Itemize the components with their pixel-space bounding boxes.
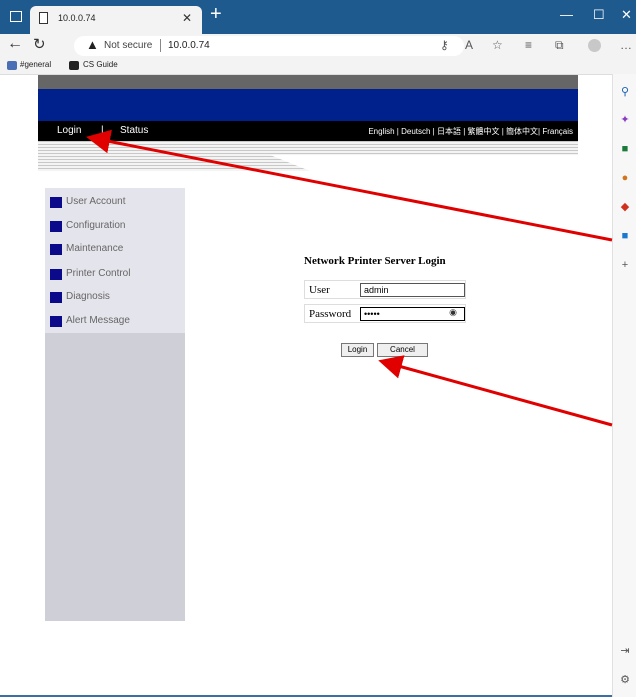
url-text[interactable]: 10.0.0.74: [168, 40, 210, 51]
shopping-icon[interactable]: ■: [619, 143, 631, 155]
sidebar-item-label[interactable]: Diagnosis: [66, 291, 110, 302]
tools-icon[interactable]: ●: [619, 172, 631, 184]
maximize-icon[interactable]: ☐: [593, 7, 605, 23]
settings-icon[interactable]: ⚙: [619, 674, 631, 686]
new-tab-icon[interactable]: +: [210, 3, 222, 26]
tab-title: 10.0.0.74: [58, 13, 96, 23]
user-input[interactable]: [360, 283, 465, 297]
collections-icon[interactable]: ⧉: [555, 38, 564, 53]
sidebar-menu: [45, 188, 185, 333]
cancel-button[interactable]: Cancel: [377, 343, 428, 357]
close-tab-icon[interactable]: ✕: [182, 11, 192, 25]
close-window-icon[interactable]: ✕: [621, 7, 632, 23]
browser-tab[interactable]: 10.0.0.74 ✕: [30, 6, 202, 34]
title-bar: 10.0.0.74 ✕ + — ☐ ✕: [0, 0, 636, 34]
read-aloud-icon[interactable]: A: [465, 38, 473, 52]
sidebar-item-label[interactable]: Configuration: [66, 220, 125, 231]
sparkle-icon[interactable]: ✦: [619, 114, 631, 126]
nav-status-link[interactable]: Status: [120, 125, 148, 136]
stripe-notch: [270, 155, 580, 171]
key-icon[interactable]: ⚷: [440, 38, 449, 52]
nav-separator: |: [101, 125, 104, 136]
bullet-square-icon: [50, 244, 62, 255]
bookmark-general[interactable]: #general: [20, 60, 51, 69]
bullet-square-icon: [50, 269, 62, 280]
header-top-bar: [38, 75, 578, 89]
bullet-square-icon: [50, 292, 62, 303]
more-icon[interactable]: …: [620, 38, 632, 52]
not-secure-label[interactable]: Not secure: [104, 40, 152, 51]
sidebar-item-label[interactable]: Maintenance: [66, 243, 123, 254]
login-title: Network Printer Server Login: [304, 255, 446, 267]
favorites-list-icon[interactable]: ≡: [525, 38, 532, 52]
page-icon: [39, 12, 48, 24]
sidebar-toggle-icon[interactable]: ⇥: [619, 645, 631, 657]
nav-bar: Login | Status English | Deutsch | 日本語 |…: [38, 121, 578, 141]
bullet-square-icon: [50, 197, 62, 208]
sidebar-item-label[interactable]: User Account: [66, 196, 125, 207]
sidebar-item-label[interactable]: Alert Message: [66, 315, 130, 326]
reveal-password-icon[interactable]: ◉: [449, 307, 457, 318]
chat-icon: [7, 61, 17, 70]
bullet-square-icon: [50, 316, 62, 327]
edge-sidebar: ⚲ ✦ ■ ● ◆ ■ + ⇥ ⚙: [612, 74, 636, 697]
nav-login-link[interactable]: Login: [57, 125, 81, 136]
tab-actions-icon[interactable]: [10, 11, 22, 22]
add-icon[interactable]: +: [619, 259, 631, 271]
password-label: Password: [309, 308, 352, 320]
header-banner: [38, 89, 578, 121]
bookmark-cs-guide[interactable]: CS Guide: [83, 60, 118, 69]
back-icon[interactable]: ←: [7, 35, 23, 53]
search-icon[interactable]: ⚲: [619, 86, 631, 98]
office-icon[interactable]: ◆: [619, 201, 631, 213]
outlook-icon[interactable]: ■: [619, 230, 631, 242]
login-button[interactable]: Login: [341, 343, 374, 357]
user-label: User: [309, 284, 330, 296]
cs-guide-logo-icon: [69, 61, 79, 70]
user-row: User: [304, 280, 466, 299]
bullet-square-icon: [50, 221, 62, 232]
password-row: Password ◉: [304, 304, 466, 323]
web-page: Login | Status English | Deutsch | 日本語 |…: [0, 75, 612, 697]
refresh-icon[interactable]: ↻: [33, 35, 46, 53]
warning-icon[interactable]: ▲: [86, 37, 99, 52]
profile-avatar[interactable]: [588, 39, 601, 52]
favorite-icon[interactable]: ☆: [492, 38, 503, 52]
address-bar: ← ↻ ▲ Not secure 10.0.0.74 ⚷ A ☆ ≡ ⧉ …: [0, 34, 636, 58]
bookmarks-bar: #general CS Guide: [0, 58, 636, 75]
url-field[interactable]: ▲ Not secure 10.0.0.74: [74, 36, 464, 56]
language-links[interactable]: English | Deutsch | 日本語 | 繁體中文 | 簡体中文| F…: [368, 126, 573, 137]
minimize-icon[interactable]: —: [560, 7, 573, 22]
url-separator: [160, 39, 161, 52]
sidebar-item-label[interactable]: Printer Control: [66, 268, 130, 279]
